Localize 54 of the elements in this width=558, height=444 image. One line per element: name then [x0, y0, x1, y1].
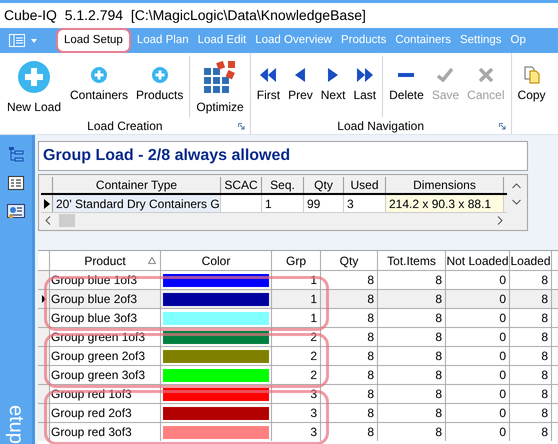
scroll-down-icon[interactable] [512, 199, 520, 205]
table-cell: 3 [272, 423, 321, 441]
table-cell: 8 [378, 423, 446, 441]
table-cell: 99 [304, 195, 344, 212]
window-title: Cube-IQ 5.1.2.794 [C:\MagicLogic\Data\KnowledgeBase] [4, 6, 366, 25]
table-cell: 8 [510, 423, 552, 441]
current-row-icon [42, 295, 46, 303]
load-title: Group Load - 2/8 always allowed [43, 146, 290, 166]
list-icon[interactable] [8, 176, 24, 190]
image-card-icon[interactable] [7, 204, 25, 219]
left-arrow-icon [294, 68, 306, 82]
sort-ascending-icon [148, 257, 156, 264]
right-arrow-icon [327, 68, 340, 82]
ribbon-button[interactable]: Prev [284, 56, 317, 117]
table-cell: 8 [321, 423, 378, 441]
add-icon [150, 66, 169, 84]
caret-icon [31, 38, 37, 42]
ribbon-button[interactable]: Last [349, 56, 380, 117]
table-cell: 20' Standard Dry Containers G [53, 195, 221, 212]
ribbon-button[interactable]: Delete [385, 56, 428, 117]
sidebar-label: etup [6, 405, 26, 444]
ribbon-button[interactable]: Optimize [192, 56, 248, 117]
checkmark-icon [437, 68, 454, 82]
panel-icon [9, 34, 25, 47]
dialog-launcher-icon[interactable] [498, 123, 506, 130]
blocks-icon [203, 60, 238, 94]
current-row-icon [44, 198, 50, 208]
double-right-arrow-icon [356, 68, 374, 82]
table-cell: 214.2 x 90.3 x 88.1 [386, 195, 504, 212]
scroll-thumb[interactable] [59, 214, 75, 227]
minus-icon [398, 72, 414, 76]
add-icon [90, 66, 108, 84]
dialog-launcher-icon[interactable] [238, 123, 245, 130]
table-cell: 3 [344, 195, 386, 212]
cross-icon [478, 68, 493, 82]
table-cell: 1 [262, 195, 304, 212]
double-left-arrow-icon [259, 68, 278, 82]
ribbon-button[interactable]: Containers [66, 56, 132, 117]
ribbon-button[interactable]: Products [132, 56, 188, 117]
scroll-right-icon[interactable] [497, 216, 503, 225]
ribbon-button[interactable]: First [252, 56, 284, 117]
scroll-up-icon[interactable] [512, 183, 520, 189]
ribbon-button[interactable]: New Load [2, 56, 66, 117]
table-cell: Group red 3of3 [50, 423, 161, 441]
ribbon-button[interactable]: Next [316, 56, 350, 117]
copy-icon [524, 66, 540, 84]
ribbon-group-label: Load Navigation [337, 118, 424, 134]
tree-icon[interactable] [8, 146, 24, 162]
ribbon-tab[interactable]: Load Setup [58, 30, 129, 51]
table-cell: 0 [446, 423, 510, 441]
scroll-left-icon[interactable] [45, 216, 51, 225]
row-header[interactable] [41, 195, 53, 212]
ribbon-group-label: Load Creation [87, 118, 163, 134]
ribbon-button[interactable]: Copy [514, 56, 550, 117]
